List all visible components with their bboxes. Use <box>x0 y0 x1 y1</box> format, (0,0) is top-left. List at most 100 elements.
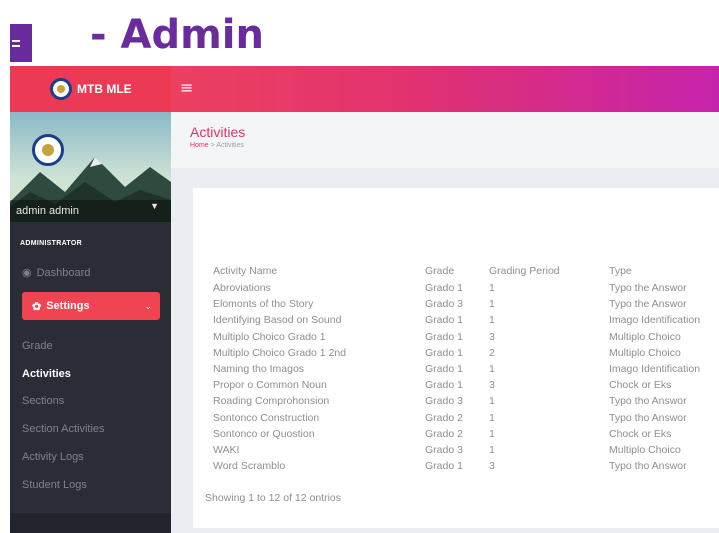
profile-banner: admin admin ▼ <box>10 112 171 222</box>
cell-grading-period: 1 <box>489 298 495 311</box>
cell-grading-period: 3 <box>489 379 495 392</box>
table-row[interactable]: Elomonts of tho Story Grado 3 1 Typo the An… <box>213 296 719 312</box>
cell-activity-name: Identifying Basod on Sound <box>213 314 342 327</box>
activities-card: Activity Name Grade Grading Period Type … <box>193 188 719 528</box>
caret-down-icon[interactable]: ▼ <box>150 195 159 217</box>
column-header-type[interactable]: Type <box>609 262 632 280</box>
cell-grading-period: 1 <box>489 427 495 440</box>
page-header: Activities Home > Activities <box>171 112 719 168</box>
chevron-down-icon: ⌄ <box>144 300 152 311</box>
page-title: Activities <box>190 124 246 140</box>
brand-name: MTB MLE <box>77 82 132 96</box>
dashboard-gauge-icon: ◉ <box>22 267 32 279</box>
cell-activity-name: Sontonco Construction <box>213 411 320 424</box>
brand[interactable]: MTB MLE <box>10 66 171 112</box>
main-content: Activities Home > Activities Activity Na… <box>171 112 719 533</box>
cell-grade: Grado 3 <box>425 298 463 311</box>
cell-grade: Grado 1 <box>425 362 463 375</box>
sidebar-item-activities[interactable]: Activities <box>22 368 71 380</box>
cell-grade: Grado 2 <box>425 427 463 440</box>
cell-grade: Grado 1 <box>425 346 463 359</box>
cell-type: Typo the Answor <box>609 282 687 294</box>
avatar[interactable] <box>32 134 64 166</box>
table-header-row: Activity Name Grade Grading Period Type <box>213 262 719 280</box>
table-row[interactable]: Multiplo Choico Grado 1 Grado 1 3 Multiplo … <box>213 329 719 345</box>
cell-activity-name: Word Scramblo <box>213 460 286 473</box>
cell-activity-name: Naming tho Imagos <box>213 362 305 375</box>
column-header-grading-period[interactable]: Grading Period <box>489 262 560 280</box>
breadcrumb-current: Activities <box>216 142 244 149</box>
slide-title: - Admin <box>90 12 264 58</box>
cell-grading-period: 1 <box>489 443 495 456</box>
sidebar-item-student-logs[interactable]: Student Logs <box>22 479 87 491</box>
cell-type: Multiplo Choico <box>609 330 681 343</box>
cell-grading-period: 3 <box>489 460 495 473</box>
sidebar-item-sections[interactable]: Sections <box>22 395 64 407</box>
cell-type: Imago Identification <box>609 314 701 327</box>
cell-activity-name: Abroviations <box>213 282 271 294</box>
breadcrumb-home[interactable]: Home <box>190 142 209 149</box>
cell-type: Typo the Answor <box>609 298 687 311</box>
table-row[interactable]: Sontonco Construction Grado 2 1 Typo tho An… <box>213 410 719 426</box>
deped-seal-icon <box>50 78 72 100</box>
profile-username[interactable]: admin admin ▼ <box>10 200 171 222</box>
gear-icon: ✿ <box>32 300 42 313</box>
cell-grade: Grado 3 <box>425 443 463 456</box>
cell-grade: Grado 1 <box>425 379 463 392</box>
sidebar-section-header: ADMINISTRATOR <box>20 240 82 247</box>
table-row[interactable]: Multiplo Choico Grado 1 2nd Grado 1 2 Multi… <box>213 345 719 361</box>
table-row[interactable]: Naming tho Imagos Grado 1 1 Imago Identific… <box>213 361 719 377</box>
sidebar-item-section-activities[interactable]: Section Activities <box>22 423 105 435</box>
cell-type: Multiplo Choico <box>609 346 681 359</box>
cell-activity-name: Multiplo Choico Grado 1 <box>213 330 326 343</box>
cell-activity-name: Multiplo Choico Grado 1 2nd <box>213 346 347 359</box>
sidebar-item-settings[interactable]: ✿ Settings ⌄ <box>22 292 160 320</box>
cell-activity-name: Sontonco or Quostion <box>213 427 315 440</box>
sidebar-item-grade[interactable]: Grade <box>22 340 53 352</box>
top-navbar: MTB MLE ≡ <box>10 66 719 112</box>
cell-grading-period: 1 <box>489 395 495 408</box>
cell-type: Chock or Eks <box>609 427 672 440</box>
sidebar-item-dashboard[interactable]: ◉ Dashboard <box>22 266 90 280</box>
table-row[interactable]: WAKI Grado 3 1 Multiplo Choico <box>213 442 719 458</box>
table-row[interactable]: Roading Comprohonsion Grado 3 1 Typo tho An… <box>213 393 719 409</box>
cell-activity-name: WAKI <box>213 443 240 456</box>
column-header-activity-name[interactable]: Activity Name <box>213 262 277 280</box>
cell-type: Typo tho Answor <box>609 411 687 424</box>
cell-grade: Grado 1 <box>425 314 463 327</box>
cell-type: Typo tho Answor <box>609 460 687 473</box>
cell-grading-period: 1 <box>489 282 495 294</box>
breadcrumb: Home > Activities <box>190 142 244 149</box>
table-row[interactable]: Propor o Common Noun Grado 1 3 Chock or Eks <box>213 377 719 393</box>
cell-type: Multiplo Choico <box>609 443 681 456</box>
cell-type: Chock or Eks <box>609 379 672 392</box>
hamburger-icon[interactable]: ≡ <box>180 78 193 97</box>
cell-grading-period: 1 <box>489 411 495 424</box>
slide-bullet-mark <box>10 24 32 62</box>
cell-type: Typo tho Answor <box>609 395 687 408</box>
cell-activity-name: Elomonts of tho Story <box>213 298 314 311</box>
slide-header: - Admin <box>0 0 719 66</box>
cell-grading-period: 2 <box>489 346 495 359</box>
table-row[interactable]: Sontonco or Quostion Grado 2 1 Chock or Eks <box>213 426 719 442</box>
sidebar-item-activity-logs[interactable]: Activity Logs <box>22 451 84 463</box>
cell-grade: Grado 1 <box>425 282 463 294</box>
cell-grade: Grado 3 <box>425 395 463 408</box>
cell-activity-name: Propor o Common Noun <box>213 379 327 392</box>
cell-grade: Grado 1 <box>425 330 463 343</box>
cell-grade: Grado 1 <box>425 460 463 473</box>
cell-grading-period: 1 <box>489 314 495 327</box>
cell-grading-period: 1 <box>489 362 495 375</box>
cell-grading-period: 3 <box>489 330 495 343</box>
column-header-grade[interactable]: Grade <box>425 262 454 280</box>
sidebar: admin admin ▼ ADMINISTRATOR ◉ Dashboard … <box>10 112 171 533</box>
cell-grade: Grado 2 <box>425 411 463 424</box>
table-row[interactable]: Abroviations Grado 1 1 Typo the Answor <box>213 280 719 296</box>
table-row[interactable]: Word Scramblo Grado 1 3 Typo tho Answor <box>213 458 719 474</box>
activities-table: Activity Name Grade Grading Period Type … <box>213 262 719 474</box>
table-row[interactable]: Identifying Basod on Sound Grado 1 1 Imago … <box>213 312 719 328</box>
cell-activity-name: Roading Comprohonsion <box>213 395 330 408</box>
sidebar-footer <box>10 513 171 533</box>
breadcrumb-separator: > <box>210 142 215 149</box>
table-info-text: Showing 1 to 12 of 12 ontrios <box>205 492 342 504</box>
